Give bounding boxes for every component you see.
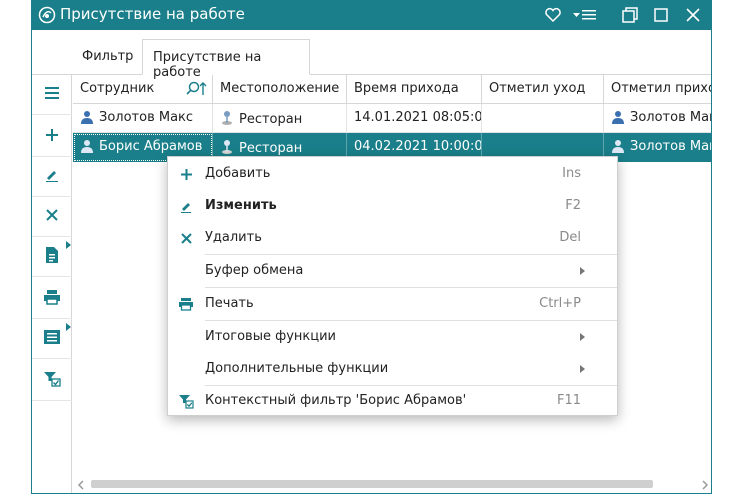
menu-item-context-filter[interactable]: Контекстный фильтр 'Борис Абрамов' F11 <box>168 385 617 417</box>
location-name: Ресторан <box>239 112 303 127</box>
cell-arrival-time[interactable]: 14.01.2021 08:05:00 <box>347 104 482 133</box>
plus-icon <box>178 166 194 182</box>
sidebar-list-button[interactable] <box>32 319 72 359</box>
sidebar-add-button[interactable] <box>32 117 72 157</box>
column-header-employee[interactable]: Сотрудник <box>73 75 213 104</box>
table-row[interactable]: Золотов Макс Ресторан 14.01.2021 08:05:0… <box>73 104 711 133</box>
menu-item-edit[interactable]: Изменить F2 <box>168 190 617 222</box>
menu-icon <box>44 86 60 104</box>
menu-item-label: Изменить <box>205 198 277 213</box>
person-icon <box>80 110 94 128</box>
column-header-location[interactable]: Местоположение <box>213 75 347 104</box>
delete-icon <box>46 208 58 225</box>
document-icon <box>44 246 60 268</box>
cell-arrived-by[interactable]: Золотов Макс <box>604 104 711 133</box>
arrived-by-name: Золотов Макс <box>630 139 711 154</box>
arrived-by-name: Золотов Макс <box>630 110 711 125</box>
pencil-icon <box>45 168 59 186</box>
person-icon <box>611 139 625 157</box>
menu-item-shortcut: F11 <box>556 393 581 408</box>
delete-icon <box>178 230 194 246</box>
menu-item-label: Печать <box>205 296 254 311</box>
sidebar-document-button[interactable] <box>32 237 72 277</box>
side-toolbar <box>32 75 72 493</box>
menu-item-clipboard[interactable]: Буфер обмена <box>168 255 617 287</box>
scroll-right-icon[interactable] <box>701 479 709 493</box>
sidebar-edit-button[interactable] <box>32 157 72 197</box>
menu-item-label: Дополнительные функции <box>205 361 389 376</box>
printer-icon <box>43 289 61 309</box>
column-header-arrived-by[interactable]: Отметил приход <box>604 75 711 104</box>
submenu-arrow-icon <box>580 333 585 341</box>
title-bar: Присутствие на работе <box>32 1 711 30</box>
window-title: Присутствие на работе <box>60 5 245 23</box>
filter-icon <box>43 371 61 391</box>
menu-item-shortcut: Ctrl+P <box>539 296 581 311</box>
tab-bar: Фильтр Присутствие на работе <box>32 39 711 80</box>
column-header-label: Сотрудник <box>80 81 155 96</box>
cell-employee[interactable]: Золотов Макс <box>73 104 213 133</box>
horizontal-scrollbar[interactable] <box>73 475 711 493</box>
menu-item-delete[interactable]: Удалить Del <box>168 222 617 254</box>
sidebar-print-button[interactable] <box>32 279 72 319</box>
submenu-arrow-icon <box>580 365 585 373</box>
sidebar-menu-button[interactable] <box>32 75 72 115</box>
column-header-left-by[interactable]: Отметил уход <box>482 75 604 104</box>
cell-left-by[interactable] <box>482 104 604 133</box>
scrollbar-thumb[interactable] <box>91 480 653 488</box>
cell-location[interactable]: Ресторан <box>213 104 347 133</box>
close-icon[interactable] <box>683 5 703 25</box>
column-header-arrival-time[interactable]: Время прихода <box>347 75 482 104</box>
menu-item-shortcut: Ins <box>562 166 581 181</box>
menu-item-print[interactable]: Печать Ctrl+P <box>168 288 617 320</box>
tab-attendance[interactable]: Присутствие на работе <box>142 39 310 80</box>
submenu-arrow-icon <box>66 241 71 249</box>
sidebar-delete-button[interactable] <box>32 197 72 237</box>
menu-item-add[interactable]: Добавить Ins <box>168 158 617 190</box>
sidebar-filter-button[interactable] <box>32 361 72 401</box>
pencil-icon <box>178 198 194 214</box>
maximize-icon[interactable] <box>651 5 671 25</box>
list-icon <box>43 329 61 349</box>
menu-item-label: Буфер обмена <box>205 263 304 278</box>
menu-item-shortcut: Del <box>559 230 581 245</box>
cell-arrived-by[interactable]: Золотов Макс <box>604 133 711 162</box>
person-icon <box>611 110 625 128</box>
person-icon <box>80 139 94 157</box>
plus-icon <box>45 128 59 146</box>
menu-item-label: Контекстный фильтр 'Борис Абрамов' <box>205 393 467 408</box>
menu-item-label: Итоговые функции <box>205 329 336 344</box>
tab-filter[interactable]: Фильтр <box>72 39 143 75</box>
restore-icon[interactable] <box>620 5 640 25</box>
location-pin-icon <box>220 110 234 130</box>
employee-name: Золотов Макс <box>99 110 194 125</box>
location-name: Ресторан <box>239 141 303 156</box>
menu-item-extra-functions[interactable]: Дополнительные функции <box>168 353 617 385</box>
menu-item-shortcut: F2 <box>565 198 581 213</box>
context-menu: Добавить Ins Изменить F2 Удалить Del Буф… <box>167 156 618 416</box>
heart-icon[interactable] <box>543 5 563 25</box>
submenu-arrow-icon <box>580 267 585 275</box>
menu-item-label: Добавить <box>205 166 271 181</box>
search-sort-icon[interactable] <box>186 81 208 101</box>
filter-icon <box>178 393 194 409</box>
menu-item-label: Удалить <box>205 230 262 245</box>
printer-icon <box>178 296 194 312</box>
scroll-left-icon[interactable] <box>77 479 85 493</box>
menu-item-totals[interactable]: Итоговые функции <box>168 321 617 353</box>
employee-name: Борис Абрамов <box>99 139 203 154</box>
app-logo-icon <box>38 6 56 24</box>
menu-icon[interactable] <box>572 5 598 25</box>
submenu-arrow-icon <box>66 323 71 331</box>
